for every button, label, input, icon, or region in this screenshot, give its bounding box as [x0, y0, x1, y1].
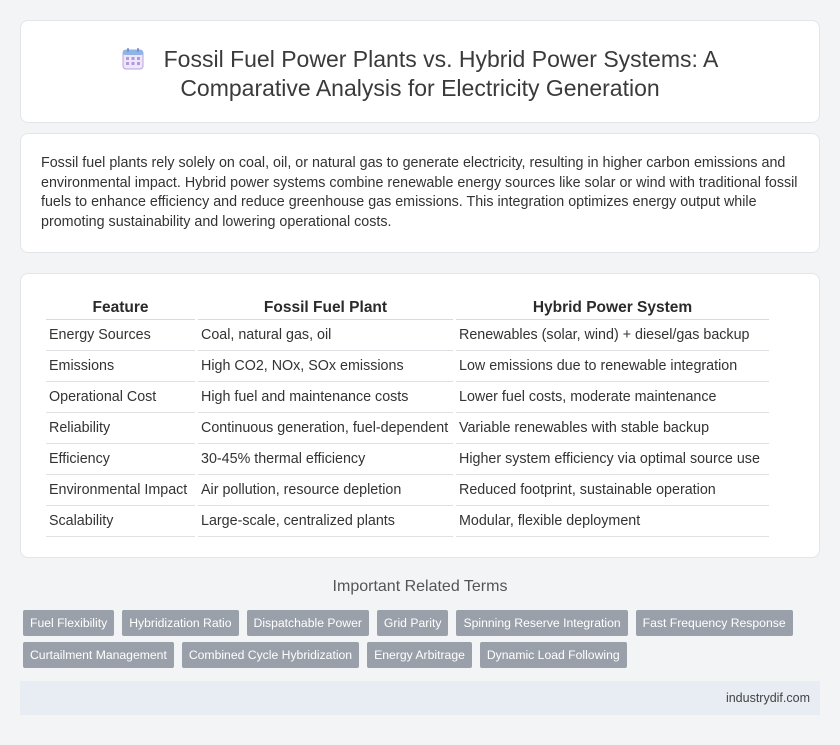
- table-row: Reliability Continuous generation, fuel-…: [46, 413, 769, 444]
- table-row: Efficiency 30-45% thermal efficiency Hig…: [46, 444, 769, 475]
- footer-site[interactable]: industrydif.com: [726, 691, 810, 705]
- table-card: Feature Fossil Fuel Plant Hybrid Power S…: [20, 273, 820, 558]
- tag-curtailment-management[interactable]: Curtailment Management: [23, 642, 174, 668]
- tag-fast-frequency-response[interactable]: Fast Frequency Response: [635, 610, 793, 636]
- title-card: Fossil Fuel Power Plants vs. Hybrid Powe…: [20, 20, 820, 123]
- table-header-row: Feature Fossil Fuel Plant Hybrid Power S…: [46, 296, 769, 320]
- table-cell: 30-45% thermal efficiency: [198, 444, 453, 475]
- footer: industrydif.com: [20, 681, 820, 715]
- title-line-1: Fossil Fuel Power Plants vs. Hybrid Powe…: [163, 46, 719, 72]
- table-cell: Low emissions due to renewable integrati…: [456, 351, 769, 382]
- table-cell: Efficiency: [46, 444, 195, 475]
- comparison-table: Feature Fossil Fuel Plant Hybrid Power S…: [43, 296, 772, 537]
- tag-combined-cycle-hybridization[interactable]: Combined Cycle Hybridization: [181, 642, 360, 668]
- table-cell: Operational Cost: [46, 382, 195, 413]
- summary-text: Fossil fuel plants rely solely on coal, …: [41, 155, 798, 230]
- table-row: Emissions High CO2, NOx, SOx emissions L…: [46, 351, 769, 382]
- table-cell: Renewables (solar, wind) + diesel/gas ba…: [456, 320, 769, 351]
- calendar-icon: [122, 48, 144, 70]
- table-cell: Modular, flexible deployment: [456, 506, 769, 537]
- tag-fuel-flexibility[interactable]: Fuel Flexibility: [23, 610, 115, 636]
- related-terms-tags: Fuel Flexibility Hybridization Ratio Dis…: [23, 610, 803, 674]
- tag-hybridization-ratio[interactable]: Hybridization Ratio: [122, 610, 239, 636]
- tag-grid-parity[interactable]: Grid Parity: [376, 610, 449, 636]
- title-line-2: Comparative Analysis for Electricity Gen…: [180, 75, 660, 101]
- tag-spinning-reserve-integration[interactable]: Spinning Reserve Integration: [456, 610, 628, 636]
- tag-dispatchable-power[interactable]: Dispatchable Power: [246, 610, 369, 636]
- table-cell: Reliability: [46, 413, 195, 444]
- header-hybrid: Hybrid Power System: [456, 296, 769, 320]
- table-cell: Large-scale, centralized plants: [198, 506, 453, 537]
- table-cell: High CO2, NOx, SOx emissions: [198, 351, 453, 382]
- table-cell: High fuel and maintenance costs: [198, 382, 453, 413]
- table-row: Energy Sources Coal, natural gas, oil Re…: [46, 320, 769, 351]
- table-cell: Continuous generation, fuel-dependent: [198, 413, 453, 444]
- table-row: Operational Cost High fuel and maintenan…: [46, 382, 769, 413]
- table-cell: Environmental Impact: [46, 475, 195, 506]
- table-cell: Higher system efficiency via optimal sou…: [456, 444, 769, 475]
- tag-energy-arbitrage[interactable]: Energy Arbitrage: [367, 642, 472, 668]
- table-cell: Lower fuel costs, moderate maintenance: [456, 382, 769, 413]
- table-cell: Reduced footprint, sustainable operation: [456, 475, 769, 506]
- table-row: Environmental Impact Air pollution, reso…: [46, 475, 769, 506]
- table-cell: Air pollution, resource depletion: [198, 475, 453, 506]
- page-title: Fossil Fuel Power Plants vs. Hybrid Powe…: [21, 45, 819, 103]
- table-cell: Coal, natural gas, oil: [198, 320, 453, 351]
- table-cell: Variable renewables with stable backup: [456, 413, 769, 444]
- summary-card: Fossil fuel plants rely solely on coal, …: [20, 133, 820, 253]
- tag-dynamic-load-following[interactable]: Dynamic Load Following: [479, 642, 627, 668]
- table-row: Scalability Large-scale, centralized pla…: [46, 506, 769, 537]
- header-feature: Feature: [46, 296, 195, 320]
- table-cell: Emissions: [46, 351, 195, 382]
- table-cell: Scalability: [46, 506, 195, 537]
- table-cell: Energy Sources: [46, 320, 195, 351]
- related-terms-title: Important Related Terms: [332, 578, 508, 595]
- header-fossil: Fossil Fuel Plant: [198, 296, 453, 320]
- tag-row-2: Curtailment Management Combined Cycle Hy…: [23, 642, 803, 668]
- tag-row-1: Fuel Flexibility Hybridization Ratio Dis…: [23, 610, 803, 636]
